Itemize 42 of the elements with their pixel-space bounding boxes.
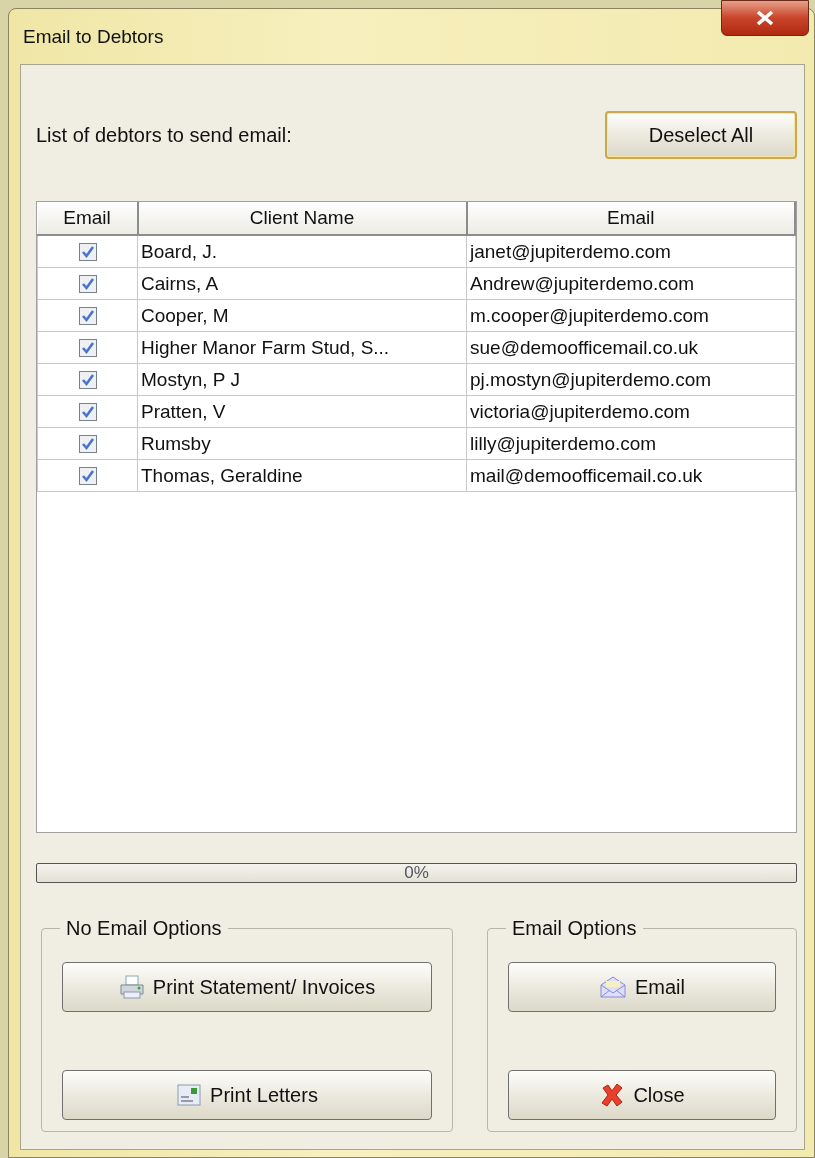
- checkbox[interactable]: [78, 403, 97, 422]
- deselect-all-button[interactable]: Deselect All: [605, 111, 797, 159]
- table-cell: m.cooper@jupiterdemo.com: [466, 299, 795, 332]
- checkbox[interactable]: [78, 467, 97, 486]
- card-icon: [176, 1083, 203, 1107]
- column-header[interactable]: Email: [37, 202, 138, 235]
- table-cell: victoria@jupiterdemo.com: [466, 395, 795, 428]
- table-cell: Andrew@jupiterdemo.com: [466, 267, 795, 300]
- checkbox[interactable]: [78, 435, 97, 454]
- table-cell: Board, J.: [137, 235, 467, 268]
- close-button[interactable]: [721, 0, 809, 36]
- column-header[interactable]: Client Name: [137, 202, 467, 235]
- table-cell: Mostyn, P J: [137, 363, 467, 396]
- checkbox[interactable]: [78, 275, 97, 294]
- table-cell: janet@jupiterdemo.com: [466, 235, 795, 268]
- checkbox[interactable]: [78, 243, 97, 262]
- group-title: Email Options: [511, 917, 638, 940]
- group-title: No Email Options: [65, 917, 223, 940]
- envelope-icon: [599, 975, 627, 999]
- table-cell: Rumsby: [137, 427, 467, 460]
- window-title: Email to Debtors: [23, 25, 164, 48]
- table-cell: Thomas, Geraldine: [137, 459, 467, 492]
- close-icon: [755, 10, 775, 26]
- table-cell: mail@demoofficemail.co.uk: [466, 459, 795, 492]
- table-cell: pj.mostyn@jupiterdemo.com: [466, 363, 795, 396]
- printer-button[interactable]: Print Statement/ Invoices: [62, 962, 432, 1012]
- checkbox[interactable]: [78, 371, 97, 390]
- card-button[interactable]: Print Letters: [62, 1070, 432, 1120]
- table-cell: Cairns, A: [137, 267, 467, 300]
- list-prompt: List of debtors to send email:: [36, 123, 292, 147]
- column-header[interactable]: Email: [466, 202, 795, 235]
- table-cell: sue@demoofficemail.co.uk: [466, 331, 795, 364]
- table-cell: Pratten, V: [137, 395, 467, 428]
- envelope-button[interactable]: Email: [508, 962, 776, 1012]
- progress-reading: 0%: [404, 864, 429, 882]
- table-cell: lilly@jupiterdemo.com: [466, 427, 795, 460]
- cross-button[interactable]: Close: [508, 1070, 776, 1120]
- table-cell: Higher Manor Farm Stud, S...: [137, 331, 467, 364]
- checkbox[interactable]: [78, 307, 97, 326]
- checkbox[interactable]: [78, 339, 97, 358]
- printer-icon: [118, 975, 145, 999]
- table-cell: Cooper, M: [137, 299, 467, 332]
